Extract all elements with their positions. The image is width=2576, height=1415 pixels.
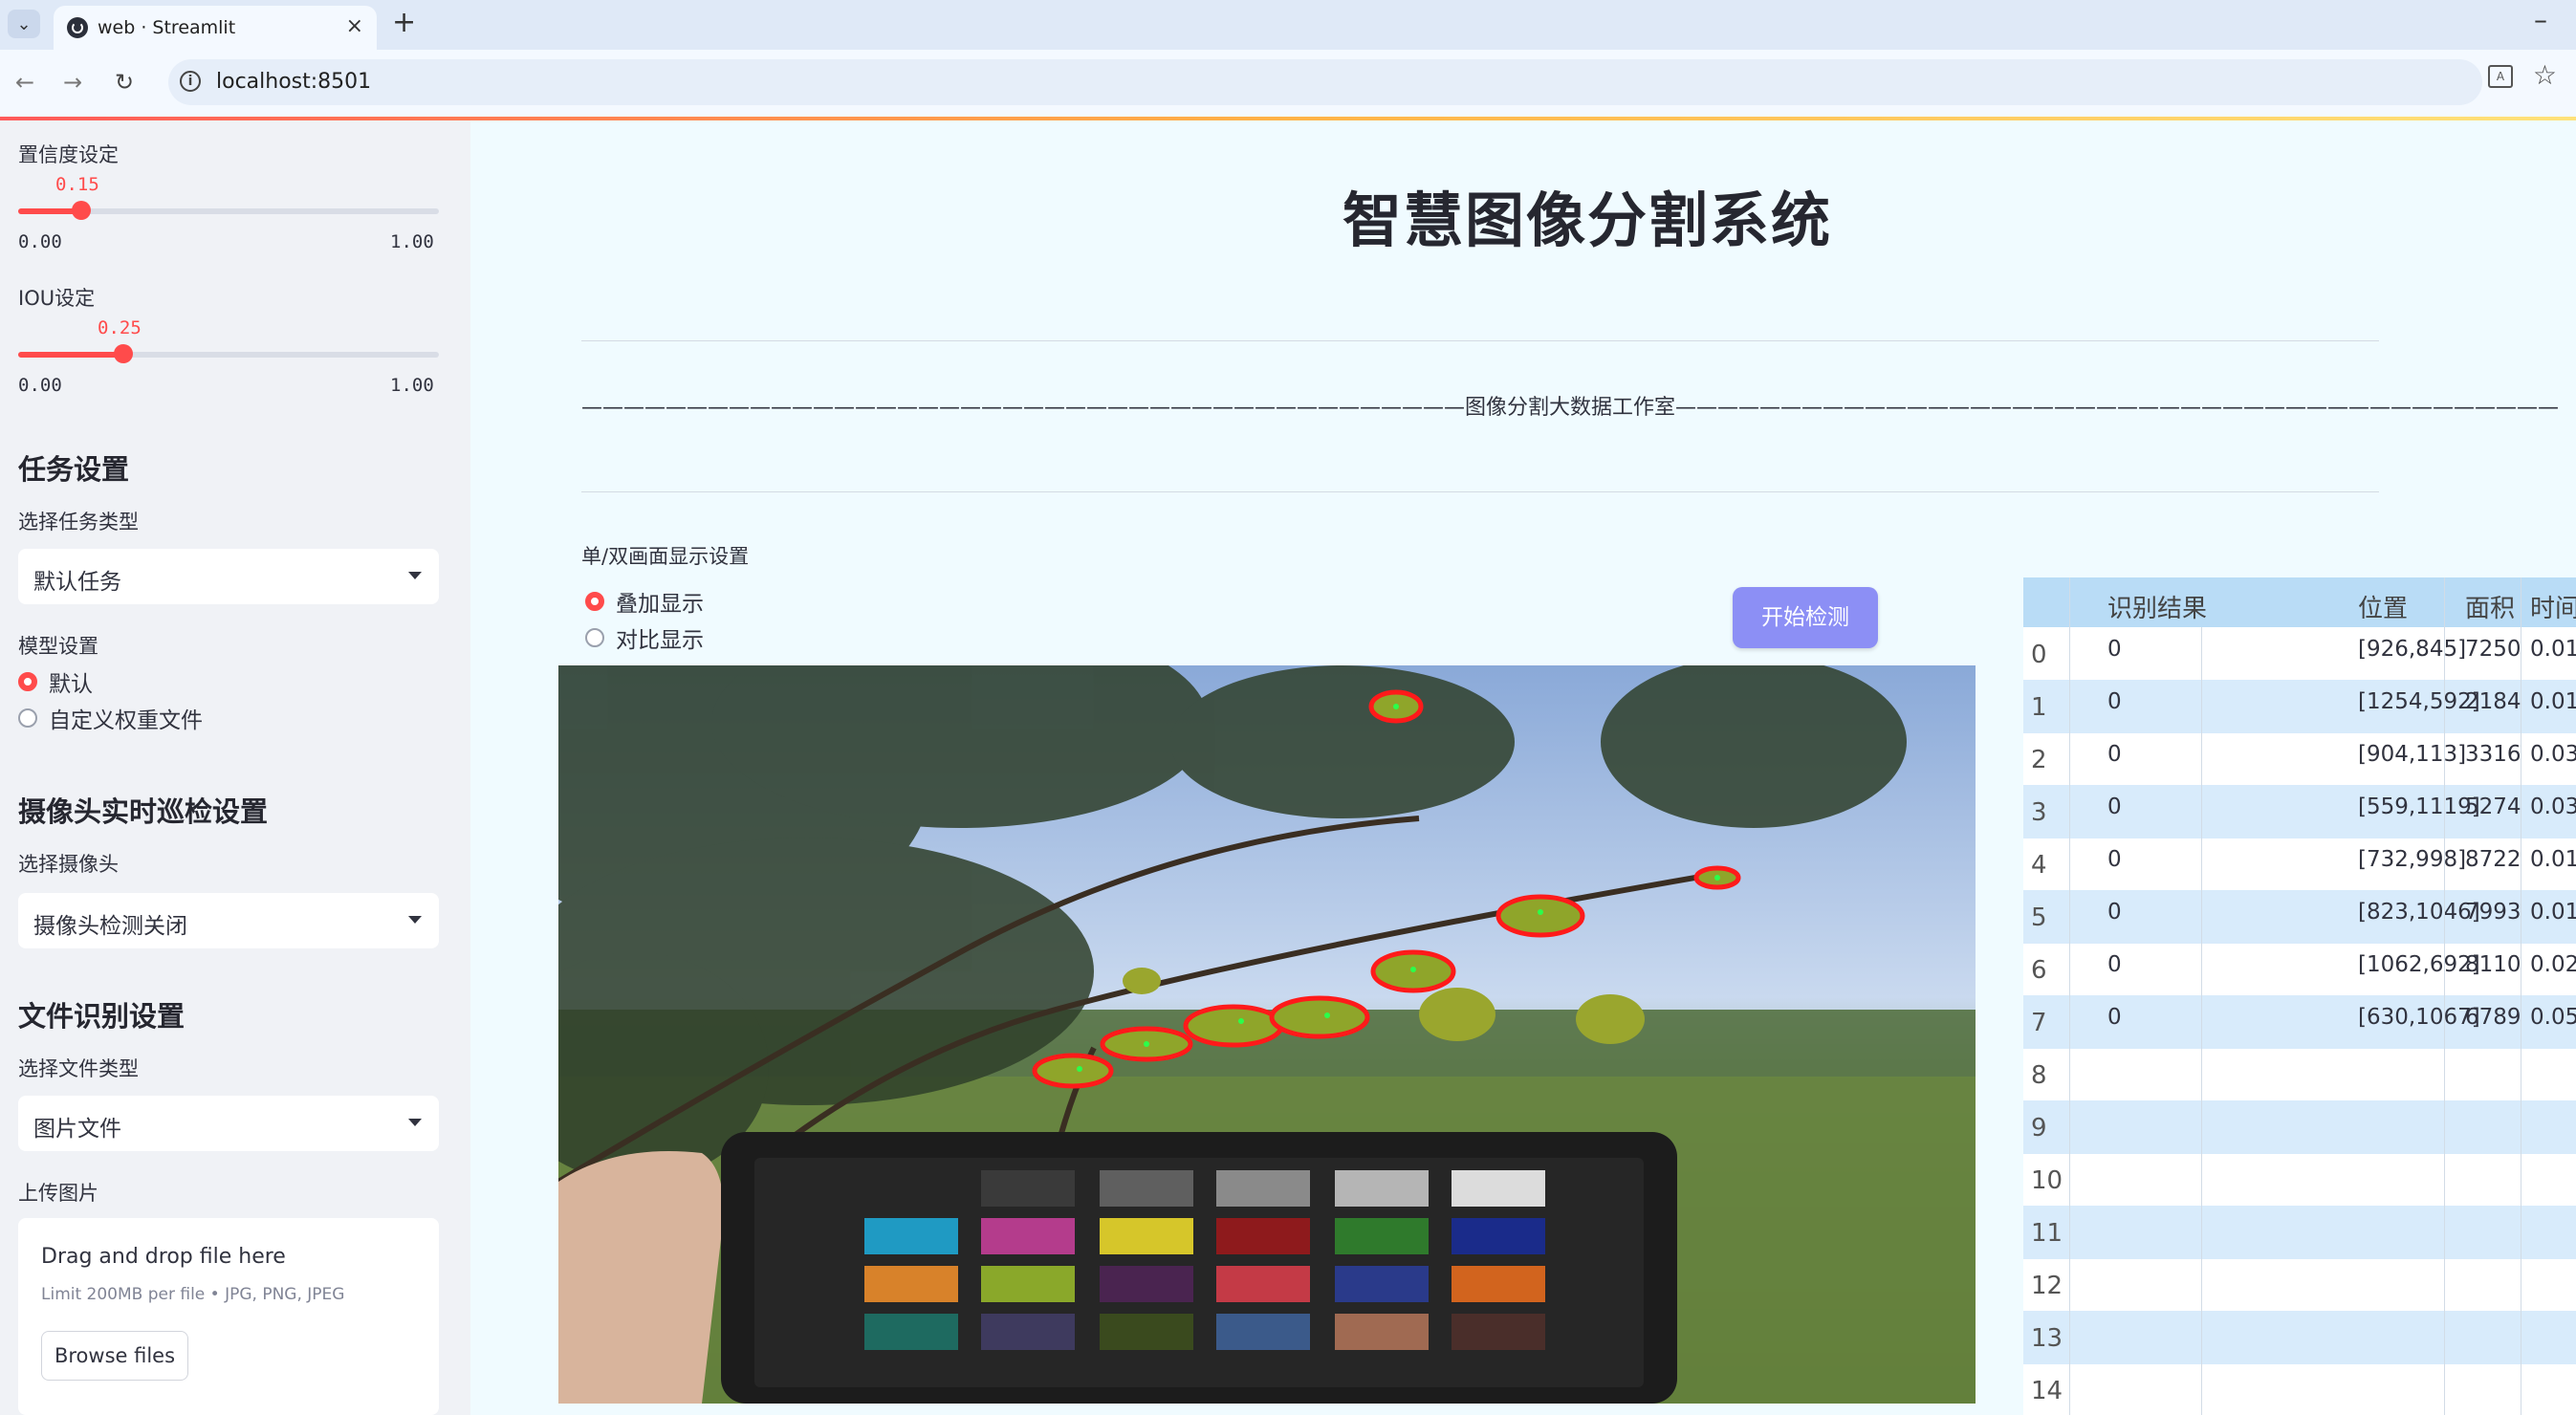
iou-label: IOU设定 <box>18 287 96 310</box>
file-type-label: 选择文件类型 <box>18 1057 139 1080</box>
browse-files-button[interactable]: Browse files <box>41 1331 188 1381</box>
model-radio-custom[interactable]: 自定义权重文件 <box>18 704 203 733</box>
iou-max: 1.00 <box>390 375 434 396</box>
dropzone-title: Drag and drop file here <box>41 1245 286 1269</box>
page-title: 智慧图像分割系统 <box>1342 185 1832 255</box>
divider <box>581 491 2379 492</box>
chevron-down-icon <box>408 572 422 579</box>
camera-label: 选择摄像头 <box>18 853 119 876</box>
close-tab-icon[interactable]: × <box>346 14 363 38</box>
confidence-label: 置信度设定 <box>18 143 119 166</box>
table-row[interactable]: 2 0 [904,113] 3316 0.03 <box>2023 732 2576 786</box>
display-option-label: 叠加显示 <box>616 592 704 617</box>
radio-selected-icon[interactable] <box>585 592 604 611</box>
time-cell <box>2521 1373 2576 1415</box>
model-option-label: 默认 <box>49 672 93 697</box>
file-type-select[interactable]: 图片文件 <box>18 1096 439 1151</box>
address-bar-area: ← → ↻ i localhost:8501 A ☆ <box>0 50 2576 117</box>
radio-unselected-icon[interactable] <box>585 628 604 647</box>
confidence-slider[interactable] <box>18 201 439 220</box>
iou-slider-thumb[interactable] <box>114 344 133 363</box>
iou-value: 0.25 <box>98 317 142 338</box>
chevron-down-icon <box>408 1119 422 1126</box>
site-info-icon[interactable]: i <box>180 71 201 92</box>
table-row[interactable]: 9 <box>2023 1100 2576 1154</box>
chevron-down-icon <box>408 916 422 924</box>
results-table[interactable]: 识别结果 位置 面积 时间 0 0 [926,845] 7250 0.01 1 0 [1254… <box>2023 577 2576 1415</box>
olive-tree-photo <box>558 665 1976 1404</box>
row-index: 14 <box>2031 1377 2063 1405</box>
minimize-window-icon[interactable]: – <box>2534 4 2547 35</box>
url-text[interactable]: localhost:8501 <box>216 70 371 94</box>
table-row[interactable]: 14 <box>2023 1363 2576 1415</box>
forward-arrow-icon[interactable]: → <box>63 69 82 96</box>
file-type-value: 图片文件 <box>33 1117 121 1142</box>
browser-tabbar: ⌄ web · Streamlit × + – <box>0 0 2576 50</box>
task-section-heading: 任务设置 <box>18 453 130 486</box>
radio-unselected-icon[interactable] <box>18 708 37 728</box>
streamlit-favicon-icon <box>67 17 88 38</box>
url-field[interactable]: i localhost:8501 <box>168 59 2482 105</box>
confidence-max: 1.00 <box>390 231 434 252</box>
camera-value: 摄像头检测关闭 <box>33 914 187 939</box>
segmentation-result-image <box>558 665 1976 1404</box>
table-row[interactable]: 0 0 [926,845] 7250 0.01 <box>2023 627 2576 681</box>
iou-min: 0.00 <box>18 375 62 396</box>
display-mode-label: 单/双画面显示设置 <box>581 545 750 568</box>
reload-icon[interactable]: ↻ <box>115 69 134 96</box>
table-row[interactable]: 3 0 [559,1119] 5274 0.03 <box>2023 785 2576 838</box>
task-type-value: 默认任务 <box>33 570 121 595</box>
column-divider <box>2069 577 2070 1415</box>
task-type-label: 选择任务类型 <box>18 511 139 533</box>
model-option-label: 自定义权重文件 <box>49 708 203 733</box>
table-row[interactable]: 8 <box>2023 1048 2576 1101</box>
back-arrow-icon[interactable]: ← <box>15 69 34 96</box>
studio-banner: ————————————————————————————————————————… <box>581 396 2560 420</box>
confidence-value: 0.15 <box>55 174 99 195</box>
table-row[interactable]: 4 0 [732,998] 8722 0.01 <box>2023 838 2576 891</box>
file-dropzone[interactable]: Drag and drop file here Limit 200MB per … <box>18 1218 439 1415</box>
bookmark-star-icon[interactable]: ☆ <box>2533 59 2557 91</box>
display-option-label: 对比显示 <box>616 628 704 653</box>
dropzone-limit: Limit 200MB per file • JPG, PNG, JPEG <box>41 1285 345 1304</box>
table-row[interactable]: 6 0 [1062,692] 8110 0.02 <box>2023 943 2576 996</box>
browser-tab[interactable]: web · Streamlit × <box>54 6 377 50</box>
column-divider <box>2444 577 2445 1415</box>
task-type-select[interactable]: 默认任务 <box>18 549 439 604</box>
iou-slider-fill <box>18 352 123 358</box>
table-row[interactable]: 11 <box>2023 1206 2576 1259</box>
upload-label: 上传图片 <box>18 1182 98 1205</box>
camera-select[interactable]: 摄像头检测关闭 <box>18 893 439 948</box>
model-label: 模型设置 <box>18 635 98 658</box>
model-radio-default[interactable]: 默认 <box>18 667 93 697</box>
confidence-slider-thumb[interactable] <box>72 201 91 220</box>
confidence-min: 0.00 <box>18 231 62 252</box>
table-row[interactable]: 13 <box>2023 1311 2576 1364</box>
table-header-row: 识别结果 位置 面积 时间 <box>2023 577 2576 627</box>
table-row[interactable]: 1 0 [1254,592] 2184 0.01 <box>2023 680 2576 733</box>
file-section-heading: 文件识别设置 <box>18 1000 186 1033</box>
camera-section-heading: 摄像头实时巡检设置 <box>18 795 269 828</box>
tab-list-chevron-icon[interactable]: ⌄ <box>8 10 40 38</box>
column-divider <box>2201 627 2202 1415</box>
display-radio-compare[interactable]: 对比显示 <box>585 623 704 653</box>
table-row[interactable]: 10 <box>2023 1153 2576 1207</box>
new-tab-icon[interactable]: + <box>392 6 416 39</box>
table-row[interactable]: 5 0 [823,1046] 7993 0.01 <box>2023 890 2576 944</box>
display-radio-overlay[interactable]: 叠加显示 <box>585 587 704 617</box>
tab-title: web · Streamlit <box>98 17 236 38</box>
table-row[interactable]: 12 <box>2023 1258 2576 1312</box>
start-detection-button[interactable]: 开始检测 <box>1733 587 1878 648</box>
iou-slider[interactable] <box>18 344 439 363</box>
translate-icon[interactable]: A <box>2488 65 2513 88</box>
radio-selected-icon[interactable] <box>18 672 37 691</box>
table-row[interactable]: 7 0 [630,1067] 6789 0.05 <box>2023 995 2576 1049</box>
divider <box>581 340 2379 341</box>
